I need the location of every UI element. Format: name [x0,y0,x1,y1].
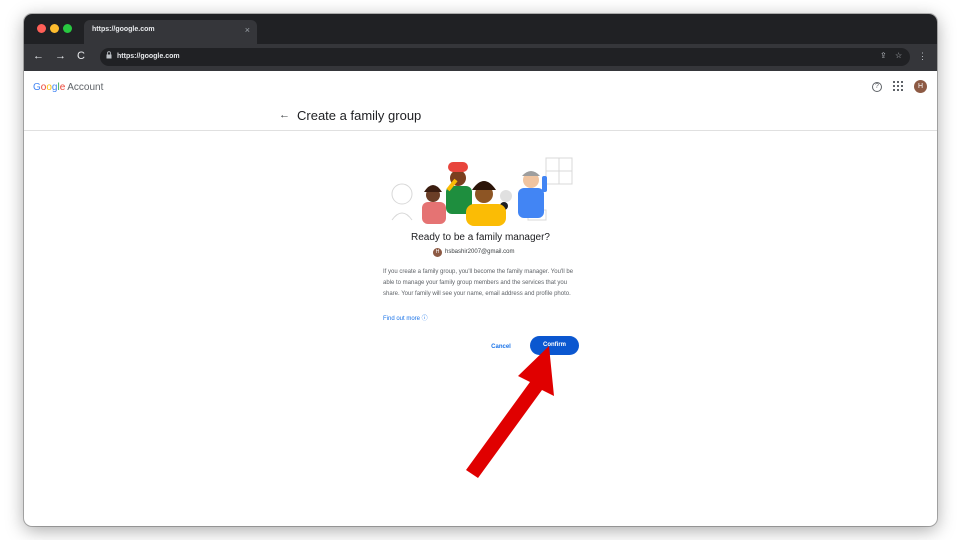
logo-account-text: Account [67,82,104,93]
account-avatar[interactable]: H [914,80,927,93]
mini-avatar: H [433,248,442,257]
browser-toolbar: ← → C https://google.com ⇪ ☆ ⋮ [24,44,937,71]
lock-icon [106,51,112,59]
description-text: If you create a family group, you'll bec… [383,269,574,297]
bookmark-star-icon[interactable]: ☆ [895,51,902,60]
logo-letter: e [59,82,66,93]
family-illustration [391,157,573,226]
browser-window: https://google.com × ← → C https://googl… [24,14,937,526]
minimize-window-button[interactable] [50,24,59,33]
browser-menu-icon[interactable]: ⋮ [918,51,927,62]
url-text: https://google.com [117,53,180,60]
page-title: Create a family group [297,108,422,123]
close-window-button[interactable] [37,24,46,33]
google-account-header: Google Account ? H [24,71,937,103]
back-icon[interactable]: ← [33,50,44,62]
reload-icon[interactable]: C [77,50,85,62]
account-email: hsbashir2007@gmail.com [445,249,515,255]
address-bar[interactable]: https://google.com ⇪ ☆ [100,48,910,66]
share-icon[interactable]: ⇪ [880,51,887,60]
find-out-more-link[interactable]: Find out more ⓘ [383,313,428,322]
tab-close-icon[interactable]: × [245,25,250,35]
google-account-logo[interactable]: Google Account [33,82,103,93]
apps-grid-icon[interactable] [893,81,903,91]
browser-tab[interactable]: https://google.com × [84,20,257,44]
tab-strip: https://google.com × [24,14,937,44]
forward-icon[interactable]: → [55,50,66,62]
page-header: ← Create a family group [24,103,937,131]
red-annotation-arrow [466,346,554,478]
help-icon[interactable]: ? [872,82,882,92]
tab-title: https://google.com [92,26,155,33]
logo-letter: G [33,82,41,93]
back-arrow-icon[interactable]: ← [279,109,290,121]
maximize-window-button[interactable] [63,24,72,33]
dialog-heading: Ready to be a family manager? [411,232,550,243]
